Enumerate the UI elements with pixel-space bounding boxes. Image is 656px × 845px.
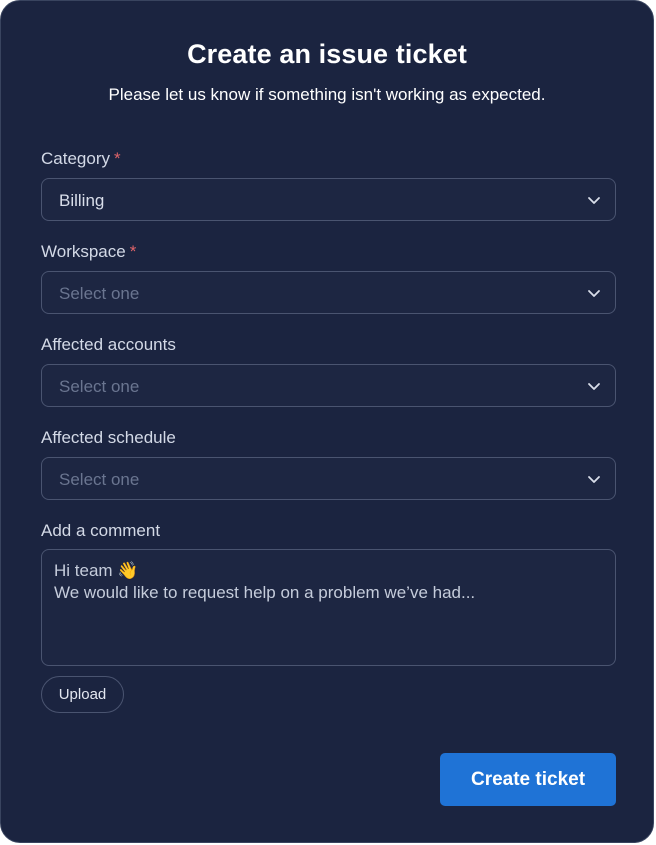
chevron-down-icon [588, 197, 600, 204]
workspace-placeholder: Select one [59, 284, 140, 303]
workspace-label-text: Workspace [41, 242, 126, 261]
page-title: Create an issue ticket [187, 39, 467, 69]
affected-accounts-label: Affected accounts [41, 335, 176, 354]
upload-button[interactable]: Upload [41, 676, 124, 713]
affected-accounts-select[interactable]: Select one [41, 364, 616, 407]
chevron-down-icon [588, 476, 600, 483]
required-mark: * [129, 242, 137, 261]
workspace-label: Workspace * [41, 242, 136, 262]
category-label-text: Category [41, 149, 110, 168]
comment-line-1: Hi team 👋 [54, 561, 139, 580]
chevron-down-icon [588, 290, 600, 297]
affected-schedule-label: Affected schedule [41, 428, 176, 447]
page-subtitle: Please let us know if something isn't wo… [108, 85, 546, 104]
comment-textarea[interactable]: Hi team 👋 We would like to request help … [41, 549, 616, 666]
category-label: Category * [41, 149, 121, 169]
category-value: Billing [59, 191, 105, 210]
required-mark: * [113, 149, 121, 168]
issue-ticket-card: Create an issue ticket Please let us kno… [0, 0, 654, 843]
category-select[interactable]: Billing [41, 178, 616, 221]
create-ticket-button[interactable]: Create ticket [440, 753, 616, 806]
affected-schedule-select[interactable]: Select one [41, 457, 616, 500]
comment-label: Add a comment [41, 521, 161, 540]
workspace-select[interactable]: Select one [41, 271, 616, 314]
affected-accounts-placeholder: Select one [59, 377, 140, 396]
comment-line-2: We would like to request help on a probl… [54, 583, 476, 602]
affected-schedule-placeholder: Select one [59, 470, 140, 489]
chevron-down-icon [588, 383, 600, 390]
